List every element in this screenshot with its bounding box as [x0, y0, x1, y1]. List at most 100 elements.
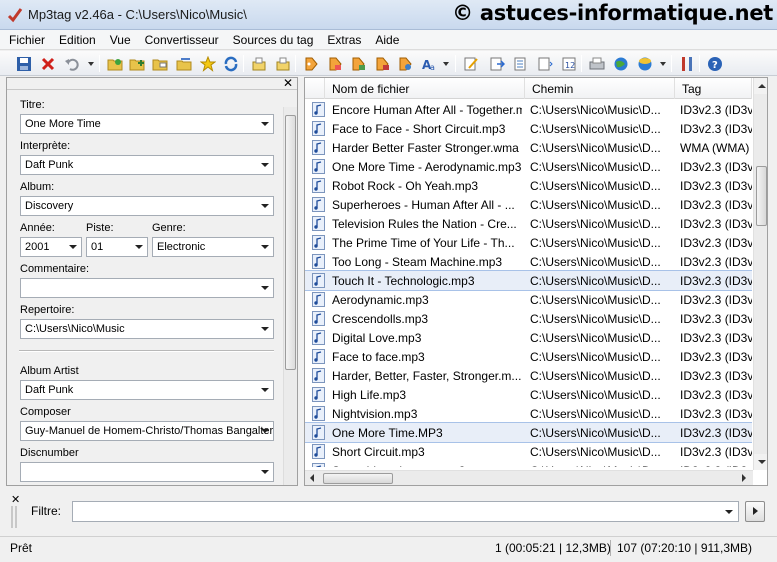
change-directory-icon[interactable] [106, 55, 124, 72]
repertoire-field[interactable]: C:\Users\Nico\Music [20, 319, 274, 339]
scroll-down-button[interactable] [754, 454, 767, 470]
menu-sources-du-tag[interactable]: Sources du tag [233, 33, 314, 47]
scrollbar-thumb[interactable] [285, 115, 296, 370]
apply-filter-button[interactable] [745, 501, 765, 522]
table-row[interactable]: Touch It - Technologic.mp3 C:\Users\Nico\… [305, 270, 752, 291]
text-file-tag-icon[interactable] [349, 55, 367, 72]
chevron-down-icon[interactable] [725, 510, 733, 514]
edit-icon[interactable] [462, 55, 480, 72]
album-field[interactable]: Discovery [20, 196, 274, 216]
chevron-down-icon[interactable] [261, 163, 269, 167]
help-icon[interactable]: ? [706, 55, 724, 72]
table-row[interactable]: Face to Face - Short Circuit.mp3 C:\Users… [305, 119, 752, 138]
table-row[interactable]: Crescendolls.mp3 C:\Users\Nico\Music\D...… [305, 309, 752, 328]
chevron-down-icon[interactable] [261, 470, 269, 474]
menu-convertisseur[interactable]: Convertisseur [145, 33, 219, 47]
cut-icon[interactable] [250, 55, 268, 72]
table-row[interactable]: Short Circuit.mp3 C:\Users\Nico\Music\D..… [305, 442, 752, 461]
table-row[interactable]: Harder Better Faster Stronger.wma C:\User… [305, 138, 752, 157]
menu-vue[interactable]: Vue [110, 33, 131, 47]
web-sources-icon[interactable] [612, 55, 630, 72]
table-row[interactable]: Too Long - Steam Machine.mp3 C:\Users\Nic… [305, 252, 752, 271]
chevron-left-icon[interactable] [310, 474, 314, 482]
autonumbering-icon[interactable]: 12 [560, 55, 578, 72]
menu-aide[interactable]: Aide [375, 33, 399, 47]
composer-field[interactable]: Guy-Manuel de Homem-Christo/Thomas Banga… [20, 421, 274, 441]
table-row[interactable]: Encore Human After All - Together.mp3 C:\… [305, 100, 752, 119]
star-icon[interactable] [199, 55, 217, 72]
chevron-down-icon[interactable] [135, 245, 143, 249]
chevron-down-icon[interactable] [261, 388, 269, 392]
table-row[interactable]: One More Time.MP3 C:\Users\Nico\Music\D..… [305, 422, 752, 443]
discnumber-field[interactable] [20, 462, 274, 482]
horizontal-scrollbar[interactable] [305, 470, 753, 485]
chevron-down-icon[interactable] [261, 286, 269, 290]
source-dropdown-arrow[interactable] [660, 62, 666, 66]
chevron-down-icon[interactable] [261, 204, 269, 208]
menu-extras[interactable]: Extras [327, 33, 361, 47]
copy-icon[interactable] [274, 55, 292, 72]
chevron-down-icon[interactable] [261, 429, 269, 433]
genre-value: Electronic [157, 241, 206, 253]
table-row[interactable]: One More Time - Aerodynamic.mp3 C:\Users\… [305, 157, 752, 176]
remove-tag-icon[interactable] [39, 55, 57, 72]
table-row[interactable]: Digital Love.mp3 C:\Users\Nico\Music\D...… [305, 328, 752, 347]
close-icon[interactable]: ✕ [11, 493, 20, 506]
grip-handle[interactable] [11, 506, 17, 528]
column-header-tag[interactable]: Tag [675, 78, 752, 99]
table-row[interactable]: The Prime Time of Your Life - Th... C:\Us… [305, 233, 752, 252]
case-dropdown-arrow[interactable] [443, 62, 449, 66]
menu-edition[interactable]: Edition [59, 33, 96, 47]
menu-fichier[interactable]: Fichier [9, 33, 45, 47]
titre-field[interactable]: One More Time [20, 114, 274, 134]
folder-icon[interactable] [151, 55, 169, 72]
add-directory-icon[interactable] [128, 55, 146, 72]
chevron-right-icon[interactable] [742, 474, 746, 482]
undo-dropdown-arrow[interactable] [88, 62, 94, 66]
table-row[interactable]: Superheroes - Human After All - ... C:\Us… [305, 195, 752, 214]
chevron-down-icon[interactable] [261, 122, 269, 126]
chevron-down-icon[interactable] [261, 327, 269, 331]
album-artist-field[interactable]: Daft Punk [20, 380, 274, 400]
case-conversion-icon[interactable]: Aa [420, 55, 438, 72]
filename-tag-icon[interactable] [326, 55, 344, 72]
playlist-icon[interactable] [512, 55, 530, 72]
commentaire-field[interactable] [20, 278, 274, 298]
tag-tag-icon[interactable] [373, 55, 391, 72]
scrollbar-thumb[interactable] [323, 473, 393, 484]
export-icon[interactable] [488, 55, 506, 72]
disc-source-icon[interactable] [636, 55, 654, 72]
chevron-down-icon[interactable] [69, 245, 77, 249]
genre-field[interactable]: Electronic [152, 237, 274, 257]
table-row[interactable]: Harder, Better, Faster, Stronger.m... C:\… [305, 366, 752, 385]
table-row[interactable]: Face to face.mp3 C:\Users\Nico\Music\D...… [305, 347, 752, 366]
table-row[interactable]: Television Rules the Nation - Cre... C:\U… [305, 214, 752, 233]
annee-field[interactable]: 2001 [20, 237, 82, 257]
list-export-icon[interactable] [536, 55, 554, 72]
vertical-scrollbar[interactable] [753, 78, 767, 470]
chevron-down-icon[interactable] [261, 245, 269, 249]
scrollbar-thumb[interactable] [756, 166, 767, 226]
column-header-icon[interactable] [305, 78, 325, 99]
tag-filename-icon[interactable] [302, 55, 320, 72]
column-header-filename[interactable]: Nom de fichier [325, 78, 525, 99]
piste-field[interactable]: 01 [86, 237, 148, 257]
table-row[interactable]: High Life.mp3 C:\Users\Nico\Music\D... ID3… [305, 385, 752, 404]
scroll-up-button[interactable] [754, 78, 767, 94]
close-icon[interactable]: ✕ [283, 76, 293, 90]
filter-input[interactable] [72, 501, 739, 522]
refresh-icon[interactable] [222, 55, 240, 72]
table-row[interactable]: Nightvision.mp3 C:\Users\Nico\Music\D... I… [305, 404, 752, 423]
tag-panel-scrollbar[interactable] [283, 107, 297, 485]
table-row[interactable]: Aerodynamic.mp3 C:\Users\Nico\Music\D... I… [305, 290, 752, 309]
options-icon[interactable] [678, 55, 696, 72]
print-icon[interactable] [588, 55, 606, 72]
table-row[interactable]: Robot Rock - Oh Yeah.mp3 C:\Users\Nico\Mu… [305, 176, 752, 195]
column-header-path[interactable]: Chemin [525, 78, 675, 99]
favorite-folder-icon[interactable] [175, 55, 193, 72]
interprete-field[interactable]: Daft Punk [20, 155, 274, 175]
actions-icon[interactable] [396, 55, 414, 72]
undo-icon[interactable] [63, 55, 81, 72]
save-icon[interactable] [15, 55, 33, 72]
table-row[interactable]: Something about us.mp3 C:\Users\Nico\Musi… [305, 461, 752, 467]
